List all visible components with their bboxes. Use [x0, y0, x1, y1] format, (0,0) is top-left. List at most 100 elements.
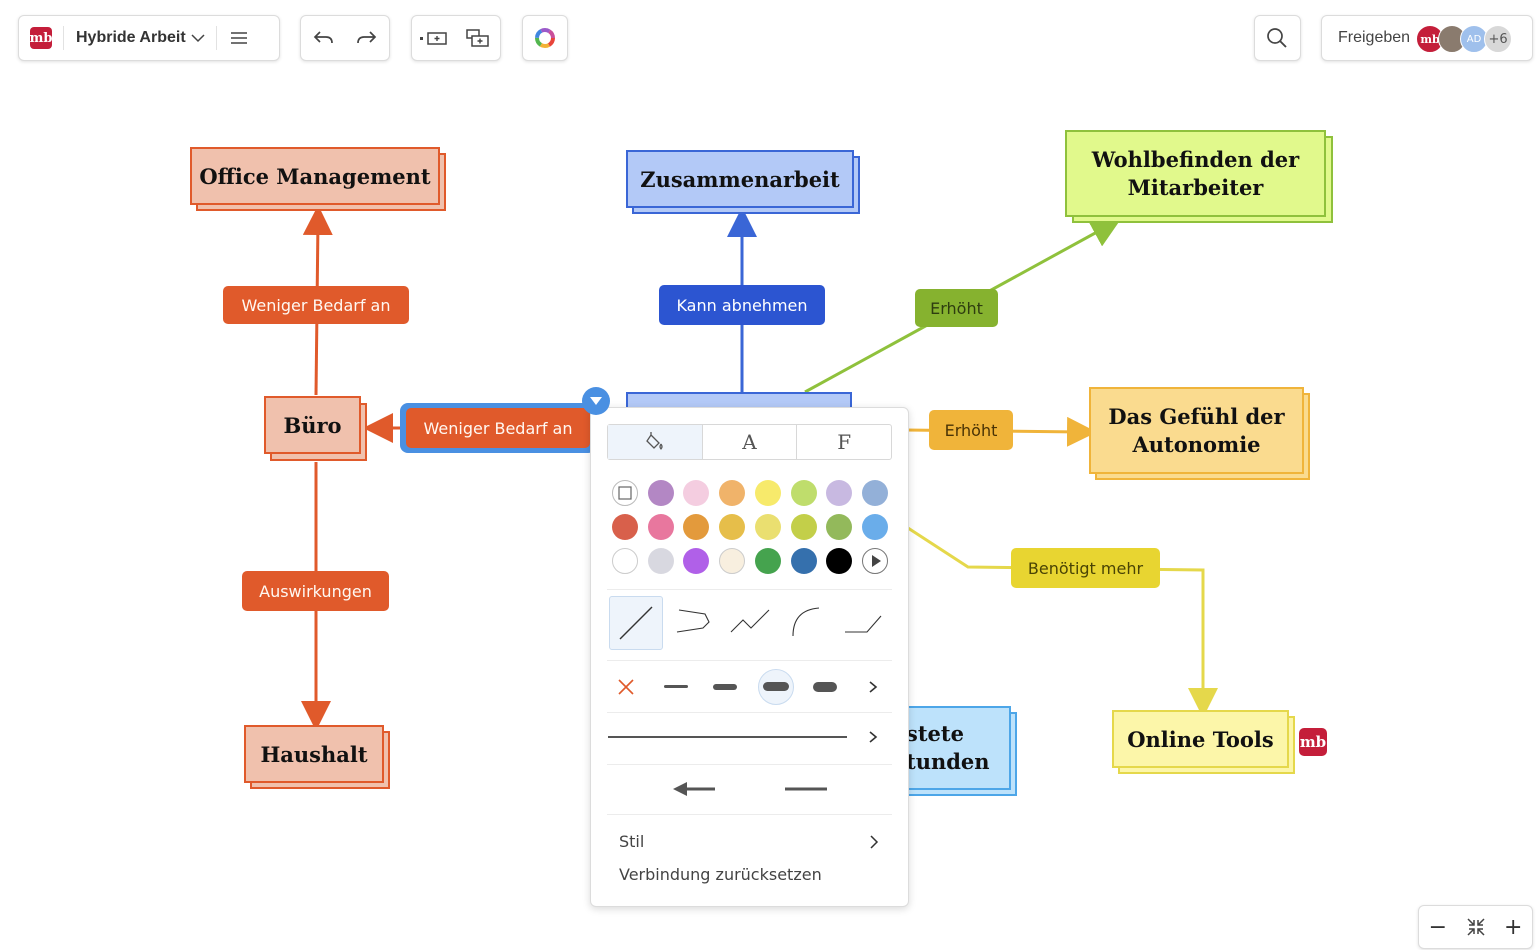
swatch-color[interactable]: [826, 480, 853, 506]
redo-button[interactable]: [345, 16, 389, 60]
swatch-color[interactable]: [719, 480, 746, 506]
color-wheel-icon: [535, 28, 555, 48]
connection-label-erhoeht-wohlbefinden[interactable]: Erhöht: [915, 289, 998, 327]
divider: [607, 712, 892, 713]
line-shape-elbow[interactable]: [837, 596, 889, 648]
style-menu-chevron[interactable]: [867, 832, 883, 852]
swatch-color[interactable]: [612, 548, 638, 574]
line-width-thick-selected[interactable]: [758, 669, 794, 705]
zoom-toolbar: − +: [1418, 905, 1533, 949]
thin-line-icon: [664, 685, 688, 688]
app-logo-icon: mb: [30, 27, 52, 49]
avatar-more-count: +6: [1484, 25, 1513, 53]
swatch-color[interactable]: [719, 548, 746, 574]
line-end-plain[interactable]: [781, 778, 833, 800]
swatch-color[interactable]: [683, 514, 710, 540]
tab-text[interactable]: A: [703, 425, 798, 459]
line-shape-zigzag[interactable]: [725, 596, 777, 648]
share-button[interactable]: Freigeben mb AD +6: [1321, 15, 1533, 61]
zoom-in-button[interactable]: +: [1494, 905, 1532, 949]
swatch-color[interactable]: [861, 480, 888, 506]
zoom-out-button[interactable]: −: [1419, 905, 1457, 949]
line-width-thin[interactable]: [659, 674, 693, 700]
close-x-icon: [618, 679, 634, 695]
node-online-tools[interactable]: Online Tools: [1112, 710, 1289, 768]
swatch-color[interactable]: [647, 480, 674, 506]
line-width-extra-thick[interactable]: [808, 674, 842, 700]
line-width-medium[interactable]: [708, 674, 742, 700]
connection-label-benoetigt-mehr[interactable]: Benötigt mehr: [1011, 548, 1160, 588]
tab-format[interactable]: F: [797, 425, 891, 459]
connection-label-weniger-bedarf-buero[interactable]: Weniger Bedarf an: [406, 408, 590, 448]
fit-to-screen-button[interactable]: [1457, 905, 1495, 949]
swatch-color[interactable]: [683, 548, 710, 574]
connection-format-panel: A F Stil Verbindung zurücksetzen: [590, 407, 909, 907]
insert-toolbar: [411, 15, 501, 61]
swatch-color[interactable]: [683, 480, 710, 506]
line-width-none-button[interactable]: [613, 674, 639, 700]
line-width-more-button[interactable]: [865, 674, 883, 700]
empty-square-icon: [618, 486, 632, 500]
tab-fill[interactable]: [608, 425, 703, 459]
add-subtopic-button[interactable]: [456, 16, 500, 60]
angled-line-icon: [676, 609, 710, 633]
straight-line-icon: [619, 606, 653, 640]
undo-icon: [313, 31, 333, 44]
solid-line-pattern-icon: [608, 736, 847, 738]
node-buero[interactable]: Büro: [264, 396, 361, 454]
add-sibling-topic-button[interactable]: [412, 16, 456, 60]
title-toolbar: mb Hybride Arbeit: [18, 15, 280, 61]
connection-label-erhoeht-gefuehl[interactable]: Erhöht: [929, 410, 1013, 450]
connection-label-kann-abnehmen[interactable]: Kann abnehmen: [659, 285, 825, 325]
play-triangle-icon: [871, 555, 881, 567]
undo-button[interactable]: [301, 16, 345, 60]
node-gefuehl-autonomie[interactable]: Das Gefühl der Autonomie: [1089, 387, 1304, 474]
swatch-more-colors[interactable]: [861, 548, 888, 574]
reset-connection-menu-item[interactable]: Verbindung zurücksetzen: [619, 865, 822, 884]
elbow-line-icon: [845, 615, 882, 633]
line-pattern-more-button[interactable]: [865, 726, 883, 748]
swatch-color[interactable]: [790, 480, 817, 506]
line-start-arrow[interactable]: [667, 778, 719, 800]
thick-line-icon: [763, 682, 789, 691]
divider: [607, 660, 892, 661]
color-theme-button[interactable]: [523, 16, 567, 60]
line-shape-straight[interactable]: [609, 596, 663, 650]
map-title-dropdown[interactable]: Hybride Arbeit: [64, 29, 216, 47]
connection-label-auswirkungen[interactable]: Auswirkungen: [242, 571, 389, 611]
swatch-color[interactable]: [754, 514, 781, 540]
node-zusammenarbeit[interactable]: Zusammenarbeit: [626, 150, 854, 208]
swatch-color[interactable]: [826, 548, 853, 574]
swatch-color[interactable]: [647, 514, 674, 540]
map-title: Hybride Arbeit: [76, 29, 186, 46]
collapse-arrows-icon: [1466, 918, 1485, 936]
search-icon: [1267, 28, 1287, 48]
swatch-color[interactable]: [861, 514, 888, 540]
swatch-color[interactable]: [826, 514, 853, 540]
swatch-color[interactable]: [612, 514, 638, 540]
swatch-color[interactable]: [754, 548, 781, 574]
divider: [607, 589, 892, 590]
search-button[interactable]: [1255, 16, 1299, 60]
node-haushalt[interactable]: Haushalt: [244, 725, 384, 783]
swatch-color[interactable]: [647, 548, 674, 574]
swatch-color[interactable]: [754, 480, 781, 506]
swatch-color[interactable]: [790, 514, 817, 540]
line-shape-curved[interactable]: [781, 596, 833, 648]
menu-button[interactable]: [217, 16, 261, 60]
paint-bucket-icon: [645, 432, 663, 450]
selection-handle-icon[interactable]: [582, 387, 610, 415]
swatch-no-color[interactable]: [612, 480, 638, 506]
share-label: Freigeben: [1338, 29, 1411, 46]
app-logo-button[interactable]: mb: [19, 16, 63, 60]
line-shape-angled[interactable]: [669, 596, 721, 648]
node-wohlbefinden[interactable]: Wohlbefinden der Mitarbeiter: [1065, 130, 1326, 217]
connection-label-weniger-bedarf-office[interactable]: Weniger Bedarf an: [223, 286, 409, 324]
node-office-management[interactable]: Office Management: [190, 147, 440, 205]
swatch-color[interactable]: [719, 514, 746, 540]
chevron-right-icon: [869, 731, 878, 743]
style-menu-item[interactable]: Stil: [619, 832, 644, 851]
swatch-color[interactable]: [790, 548, 817, 574]
online-tools-logo-icon[interactable]: mb: [1299, 728, 1327, 756]
line-pattern-solid[interactable]: [607, 726, 852, 748]
